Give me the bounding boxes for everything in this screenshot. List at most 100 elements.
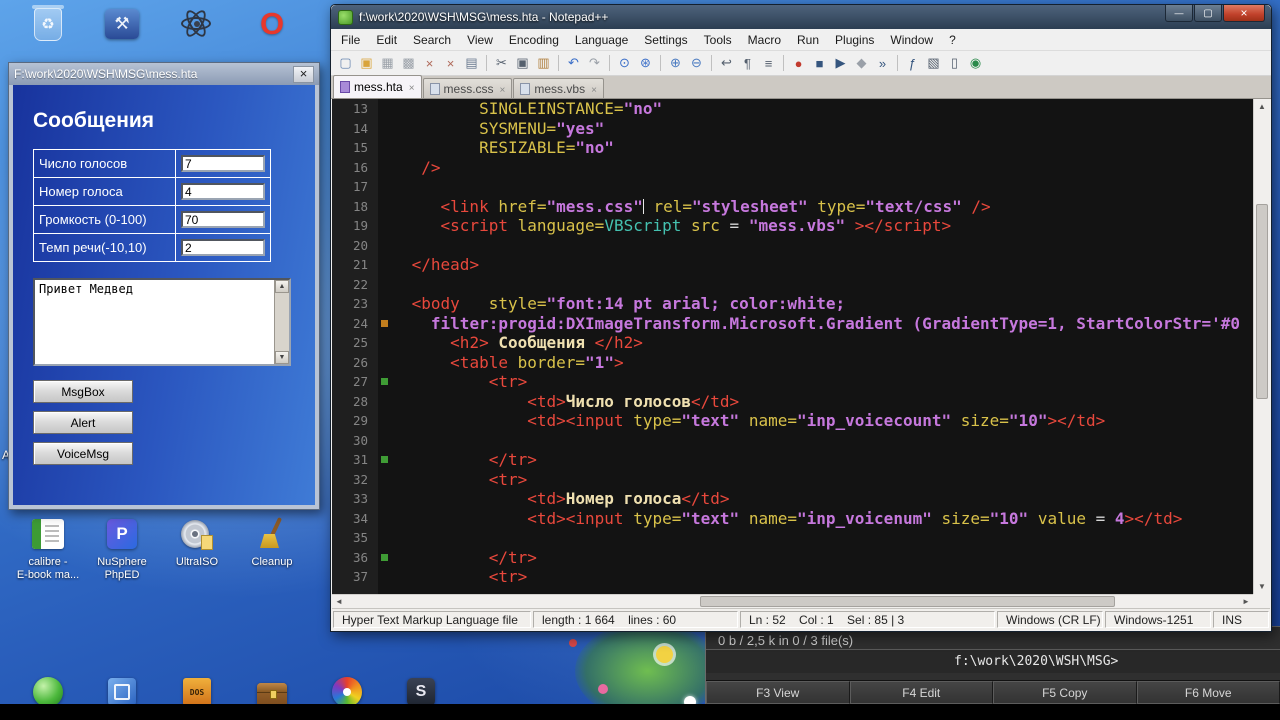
fkey-f3[interactable]: F3 View (706, 681, 850, 704)
menu-encoding[interactable]: Encoding (501, 31, 567, 49)
code-text[interactable]: <tr> (392, 372, 528, 392)
paste-icon[interactable]: ▥ (534, 54, 553, 73)
code-text[interactable]: <h2> Сообщения </h2> (392, 333, 643, 353)
tab-close-icon[interactable] (591, 82, 597, 96)
vertical-scrollbar[interactable] (1253, 99, 1270, 594)
menu-view[interactable]: View (459, 31, 501, 49)
field-input-3[interactable] (181, 239, 265, 256)
new-file-icon[interactable]: ▢ (336, 54, 355, 73)
code-text[interactable]: filter:progid:DXImageTransform.Microsoft… (392, 314, 1240, 334)
replace-icon[interactable]: ⊛ (636, 54, 655, 73)
code-text[interactable] (392, 431, 402, 451)
undo-icon[interactable]: ↶ (564, 54, 583, 73)
horizontal-scrollbar[interactable] (332, 594, 1253, 608)
message-textarea[interactable]: Привет Медвед (33, 278, 291, 366)
minimize-button[interactable] (1165, 5, 1193, 22)
editor[interactable]: 13 SINGLEINSTANCE="no" 14 SYSMENU="yes" 15… (332, 99, 1253, 594)
scroll-right-icon[interactable] (1239, 595, 1253, 608)
desktop-icon-cleanup[interactable]: Cleanup (238, 514, 306, 569)
menu-run[interactable]: Run (789, 31, 827, 49)
field-input-1[interactable] (181, 183, 265, 200)
code-text[interactable]: <link href="mess.css" rel="stylesheet" t… (392, 197, 991, 217)
monitor-icon[interactable]: ◉ (966, 54, 985, 73)
status-insert-mode[interactable]: INS (1213, 611, 1269, 628)
desktop-icon-atom[interactable] (163, 4, 231, 44)
code-text[interactable]: </tr> (392, 548, 537, 568)
textarea-scrollbar[interactable] (274, 280, 289, 364)
hta-button-msgbox[interactable]: MsgBox (33, 380, 133, 403)
code-text[interactable]: <script language=VBScript src = "mess.vb… (392, 216, 952, 236)
code-text[interactable]: </tr> (392, 450, 537, 470)
menu-tools[interactable]: Tools (696, 31, 740, 49)
fkey-f4[interactable]: F4 Edit (849, 681, 993, 704)
menu-macro[interactable]: Macro (740, 31, 789, 49)
code-text[interactable]: </head> (392, 255, 479, 275)
run-multi-macro-icon[interactable]: » (873, 54, 892, 73)
save-icon[interactable]: ▦ (378, 54, 397, 73)
code-text[interactable]: <table border="1"> (392, 353, 623, 373)
scroll-down-icon[interactable] (275, 351, 289, 364)
tab-mess-vbs[interactable]: mess.vbs (513, 78, 604, 98)
find-icon[interactable]: ⊙ (615, 54, 634, 73)
close-button[interactable] (1223, 5, 1265, 22)
show-all-chars-icon[interactable]: ¶ (738, 54, 757, 73)
redo-icon[interactable]: ↷ (585, 54, 604, 73)
npp-titlebar[interactable]: f:\work\2020\WSH\MSG\mess.hta - Notepad+… (331, 5, 1271, 29)
scroll-down-icon[interactable] (1254, 114, 1270, 129)
code-text[interactable]: <td><input type="text" name="inp_voiceco… (392, 411, 1105, 431)
menu-help[interactable]: ? (941, 31, 964, 49)
code-text[interactable]: <td>Число голосов</td> (392, 392, 739, 412)
save-macro-icon[interactable]: ◆ (852, 54, 871, 73)
scroll-left-icon[interactable] (332, 595, 346, 608)
print-icon[interactable]: ▤ (462, 54, 481, 73)
status-encoding[interactable]: Windows-1251 (1105, 611, 1211, 628)
scroll-up-icon[interactable] (275, 280, 289, 293)
stop-macro-icon[interactable]: ■ (810, 54, 829, 73)
horizontal-scroll-thumb[interactable] (700, 596, 1115, 607)
play-macro-icon[interactable]: ▶ (831, 54, 850, 73)
zoom-out-icon[interactable]: ⊖ (687, 54, 706, 73)
code-text[interactable]: SYSMENU="yes" (392, 119, 604, 139)
status-eol-format[interactable]: Windows (CR LF) (997, 611, 1103, 628)
close-all-icon[interactable]: × (441, 54, 460, 73)
code-text[interactable] (392, 528, 402, 548)
code-text[interactable]: <body style="font:14 pt arial; color:whi… (392, 294, 846, 314)
field-input-2[interactable] (181, 211, 265, 228)
scroll-up-icon[interactable] (1254, 99, 1270, 114)
menu-language[interactable]: Language (567, 31, 636, 49)
desktop-icon-calibre[interactable]: calibre - E-book ma... (14, 514, 82, 582)
tab-mess-hta[interactable]: mess.hta (333, 75, 422, 98)
code-text[interactable]: <td>Номер голоса</td> (392, 489, 729, 509)
desktop-icon-ultraiso[interactable]: UltraISO (163, 514, 231, 569)
tab-mess-css[interactable]: mess.css (422, 78, 513, 98)
menu-plugins[interactable]: Plugins (827, 31, 882, 49)
fkey-f5[interactable]: F5 Copy (993, 681, 1137, 704)
menu-settings[interactable]: Settings (636, 31, 695, 49)
doc-map-icon[interactable]: ▧ (924, 54, 943, 73)
hta-button-voicemsg[interactable]: VoiceMsg (33, 442, 133, 465)
close-doc-icon[interactable]: × (420, 54, 439, 73)
code-text[interactable] (392, 236, 402, 256)
menu-edit[interactable]: Edit (368, 31, 405, 49)
code-text[interactable] (392, 177, 402, 197)
hta-titlebar[interactable]: F:\work\2020\WSH\MSG\mess.hta (9, 63, 319, 85)
doc-switcher-icon[interactable]: ▯ (945, 54, 964, 73)
function-list-icon[interactable]: ƒ (903, 54, 922, 73)
maximize-button[interactable] (1194, 5, 1222, 22)
code-text[interactable] (392, 275, 402, 295)
zoom-in-icon[interactable]: ⊕ (666, 54, 685, 73)
save-all-icon[interactable]: ▩ (399, 54, 418, 73)
cut-icon[interactable]: ✂ (492, 54, 511, 73)
copy-icon[interactable]: ▣ (513, 54, 532, 73)
menu-search[interactable]: Search (405, 31, 459, 49)
vertical-scroll-thumb[interactable] (1256, 204, 1268, 399)
menu-window[interactable]: Window (882, 31, 941, 49)
code-text[interactable]: <td><input type="text" name="inp_voicenu… (392, 509, 1182, 529)
tab-close-icon[interactable] (409, 80, 415, 94)
desktop-icon-phped[interactable]: NuSpherePhpED (88, 514, 156, 582)
menu-file[interactable]: File (333, 31, 368, 49)
hta-close-button[interactable] (293, 65, 314, 83)
commander-command-line[interactable]: f:\work\2020\WSH\MSG> (706, 650, 1280, 673)
tab-close-icon[interactable] (500, 82, 506, 96)
desktop-icon-recycle-bin[interactable] (14, 4, 82, 44)
